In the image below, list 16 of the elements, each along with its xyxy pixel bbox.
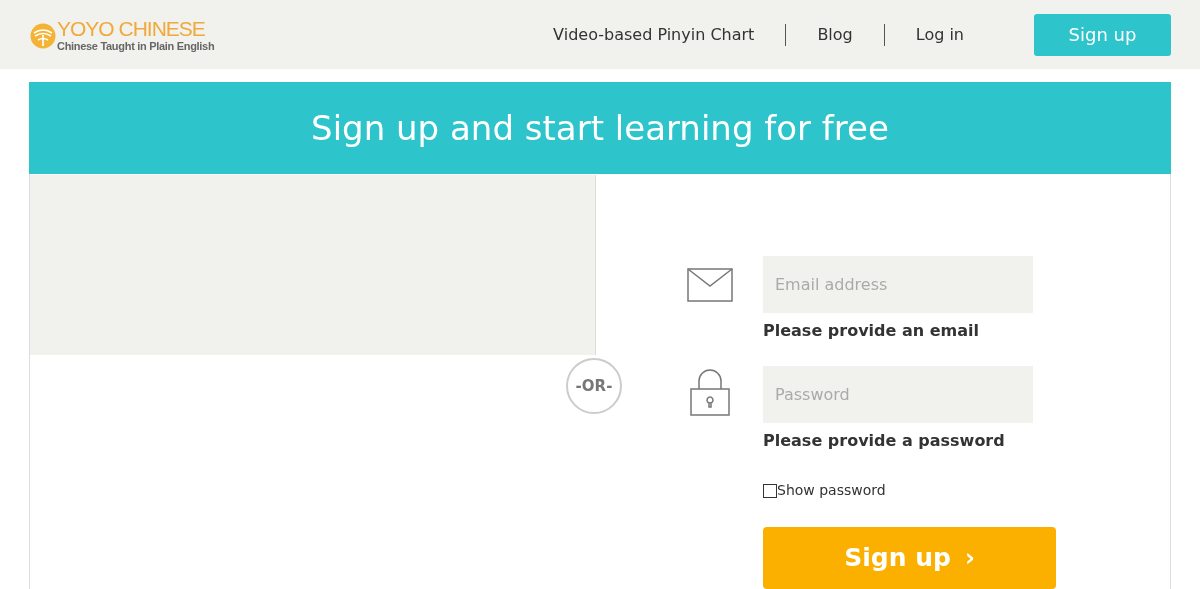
logo-wordmark: YOYO CHINESE [57, 17, 206, 39]
banner-title: Sign up and start learning for free [311, 106, 889, 150]
nav-link[interactable]: Video-based Pinyin Chart [553, 22, 755, 47]
nav-link[interactable]: Blog [817, 22, 853, 47]
show-password-label: Show password [777, 481, 886, 500]
password-field[interactable]: Password [763, 366, 1033, 423]
or-badge: -OR- [566, 358, 622, 414]
email-error: Please provide an email [763, 320, 980, 342]
padlock-icon [690, 369, 730, 417]
logo-tagline: Chinese Taught in Plain English [57, 40, 215, 52]
email-field[interactable]: Email address [763, 256, 1033, 313]
envelope-icon [687, 268, 733, 302]
show-password-checkbox[interactable] [763, 483, 777, 498]
nav-link[interactable]: Log in [915, 22, 964, 47]
logo-icon [30, 22, 56, 49]
password-error: Please provide a password [763, 430, 1006, 452]
